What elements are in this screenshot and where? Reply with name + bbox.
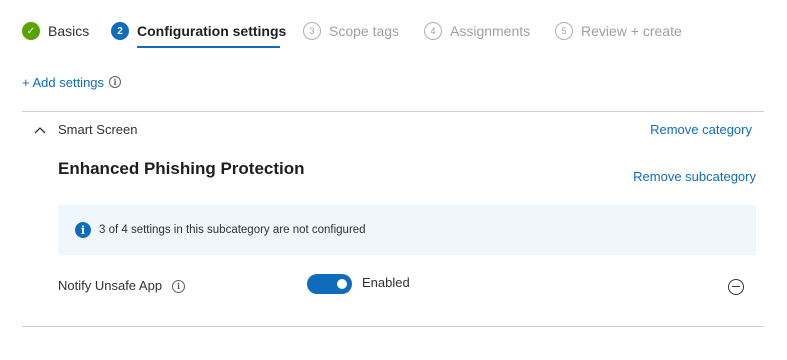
- step-number: 5: [555, 22, 573, 40]
- current-step-underline: [137, 46, 280, 48]
- step-label: Basics: [48, 23, 90, 39]
- toggle-knob: [337, 279, 347, 289]
- step-label: Scope tags: [329, 23, 400, 39]
- configuration-page: ✓ Basics 2 Configuration settings 3 Scop…: [0, 0, 787, 360]
- step-number: 3: [303, 22, 321, 40]
- toggle-state-text: Enabled: [362, 275, 410, 290]
- info-icon: i: [75, 222, 91, 238]
- add-settings-label: + Add settings: [22, 74, 105, 90]
- step-label: Configuration settings: [137, 23, 287, 39]
- minus-circle-icon[interactable]: [728, 279, 744, 295]
- info-icon[interactable]: i: [109, 76, 122, 88]
- step-label: Review + create: [581, 23, 682, 39]
- step-scope-tags[interactable]: 3 Scope tags: [303, 20, 399, 48]
- subcategory-title: Enhanced Phishing Protection: [58, 159, 305, 178]
- section-divider-top: [22, 111, 764, 112]
- info-icon[interactable]: i: [172, 279, 186, 293]
- setting-name: Notify Unsafe App: [58, 278, 163, 293]
- step-assignments[interactable]: 4 Assignments: [424, 20, 530, 48]
- remove-subcategory-link[interactable]: Remove subcategory: [633, 168, 756, 186]
- check-icon: ✓: [22, 22, 40, 40]
- setting-row-label: Notify Unsafe App i: [58, 277, 186, 295]
- section-divider-bottom: [22, 326, 764, 327]
- chevron-up-icon[interactable]: [33, 124, 47, 136]
- step-number: 4: [424, 22, 442, 40]
- remove-category-link[interactable]: Remove category: [650, 121, 752, 139]
- add-settings-link[interactable]: + Add settings i: [22, 73, 122, 91]
- step-configuration-settings[interactable]: 2 Configuration settings: [111, 20, 286, 48]
- step-basics[interactable]: ✓ Basics: [22, 20, 89, 48]
- category-name: Smart Screen: [58, 122, 138, 137]
- notify-unsafe-app-toggle[interactable]: [307, 274, 352, 294]
- step-number: 2: [111, 22, 129, 40]
- step-review-create[interactable]: 5 Review + create: [555, 20, 682, 48]
- banner-text: 3 of 4 settings in this subcategory are …: [99, 224, 366, 236]
- info-banner: i 3 of 4 settings in this subcategory ar…: [58, 205, 756, 255]
- step-label: Assignments: [450, 23, 531, 39]
